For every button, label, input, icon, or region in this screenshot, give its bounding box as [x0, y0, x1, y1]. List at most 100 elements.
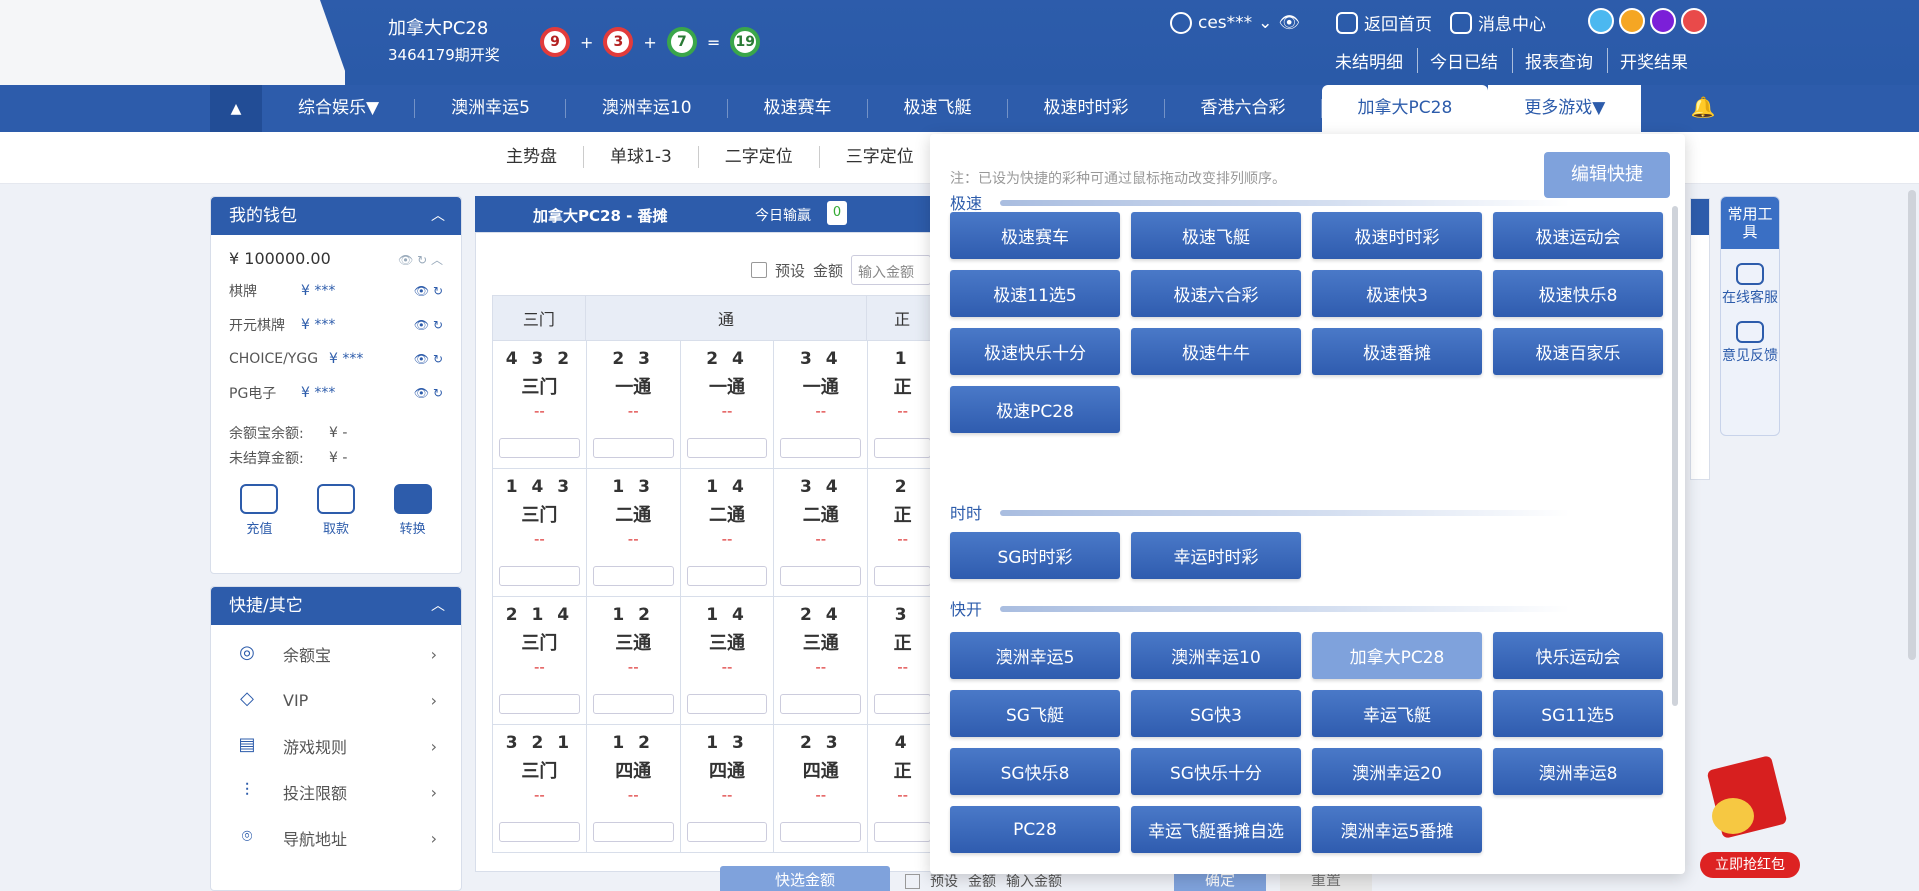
dropdown-scrollbar[interactable] [1672, 206, 1678, 706]
game-shortcut-button[interactable]: 极速快乐十分 [950, 328, 1120, 375]
bet-cell[interactable]: 2 4 三通 -- [774, 597, 869, 724]
red-packet-widget[interactable]: 立即抢红包 [1700, 755, 1800, 878]
game-shortcut-button[interactable]: SG11选5 [1493, 690, 1663, 737]
bet-cell-input[interactable] [592, 438, 674, 458]
game-shortcut-button[interactable]: 澳洲幸运8 [1493, 748, 1663, 795]
game-shortcut-button[interactable]: SG快乐8 [950, 748, 1120, 795]
game-shortcut-button[interactable]: 澳洲幸运5番摊 [1312, 806, 1482, 853]
game-shortcut-button[interactable]: 幸运时时彩 [1131, 532, 1301, 579]
bet-cell[interactable]: 1 3 二通 -- [587, 469, 681, 596]
link-unsettled[interactable]: 未结明细 [1335, 48, 1403, 73]
bet-cell-input[interactable] [499, 566, 580, 586]
game-shortcut-button[interactable]: 澳洲幸运20 [1312, 748, 1482, 795]
transfer-button[interactable]: 转换 [393, 484, 432, 537]
nav-item[interactable]: 香港六合彩 [1165, 85, 1322, 132]
bet-cell[interactable]: 1 2 四通 -- [587, 725, 681, 852]
link-settled-today[interactable]: 今日已结 [1417, 48, 1498, 73]
bet-cell[interactable]: 3 4 一通 -- [774, 341, 869, 468]
theme-color-dot[interactable] [1619, 8, 1645, 34]
bet-cell[interactable]: 1 4 三通 -- [681, 597, 775, 724]
bet-cell-input[interactable] [592, 694, 674, 714]
eye-icon[interactable]: 👁 ↻ [414, 386, 443, 400]
game-shortcut-button[interactable]: 极速快3 [1312, 270, 1482, 317]
bet-cell[interactable]: 2 4 一通 -- [681, 341, 775, 468]
bet-cell-input[interactable] [592, 566, 674, 586]
quick-item-rules[interactable]: ▤ 游戏规则 › [211, 723, 461, 769]
game-shortcut-button[interactable]: 幸运飞艇 [1312, 690, 1482, 737]
quick-item-limits[interactable]: ⫶ 投注限额 › [211, 769, 461, 815]
bet-cell-input[interactable] [874, 822, 932, 842]
bet-cell-input[interactable] [686, 438, 768, 458]
preset-checkbox[interactable] [905, 873, 920, 889]
bell-icon[interactable]: 🔔 [1690, 95, 1716, 121]
bet-cell[interactable]: 1 4 3 三门 -- [493, 469, 587, 596]
bet-cell[interactable]: 2 正 -- [868, 469, 939, 596]
bet-cell-input[interactable] [780, 438, 862, 458]
quick-item-vip[interactable]: ◇ VIP › [211, 677, 461, 723]
bet-cell[interactable]: 3 正 -- [868, 597, 939, 724]
online-service-button[interactable]: 在线客服 [1721, 263, 1779, 307]
bet-cell[interactable]: 4 3 2 三门 -- [493, 341, 587, 468]
link-report[interactable]: 报表查询 [1512, 48, 1593, 73]
nav-item[interactable]: 极速飞艇 [868, 85, 1008, 132]
theme-color-dot[interactable] [1681, 8, 1707, 34]
message-link[interactable]: 消息中心 [1450, 10, 1546, 35]
game-shortcut-button[interactable]: 幸运飞艇番摊自选 [1131, 806, 1301, 853]
bet-cell[interactable]: 3 2 1 三门 -- [493, 725, 587, 852]
nav-item[interactable]: 极速赛车 [728, 85, 868, 132]
theme-color-dot[interactable] [1650, 8, 1676, 34]
game-shortcut-button[interactable]: 极速番摊 [1312, 328, 1482, 375]
bet-cell-input[interactable] [780, 566, 862, 586]
edit-shortcuts-button[interactable]: 编辑快捷 [1544, 152, 1670, 198]
feedback-button[interactable]: 意见反馈 [1721, 321, 1779, 365]
bet-cell-input[interactable] [499, 822, 580, 842]
bet-cell-input[interactable] [499, 438, 580, 458]
game-shortcut-button[interactable]: SG快3 [1131, 690, 1301, 737]
link-draw-results[interactable]: 开奖结果 [1607, 48, 1688, 73]
game-shortcut-button[interactable]: 澳洲幸运5 [950, 632, 1120, 679]
bet-cell-input[interactable] [686, 694, 768, 714]
page-scrollbar[interactable] [1908, 190, 1916, 660]
bet-cell[interactable]: 1 2 三通 -- [587, 597, 681, 724]
nav-item[interactable]: 澳洲幸运5 [415, 85, 566, 132]
bet-cell[interactable]: 4 正 -- [868, 725, 939, 852]
refresh-icon[interactable]: 👁 ↻ ︿ [398, 251, 443, 268]
sub-tab[interactable]: 三字定位 [820, 146, 940, 168]
game-shortcut-button[interactable]: SG时时彩 [950, 532, 1120, 579]
game-shortcut-button[interactable]: 极速飞艇 [1131, 212, 1301, 259]
bet-cell-input[interactable] [686, 822, 768, 842]
chevron-up-icon[interactable]: ︿ [431, 587, 445, 625]
game-shortcut-button[interactable]: SG快乐十分 [1131, 748, 1301, 795]
game-shortcut-button[interactable]: 极速牛牛 [1131, 328, 1301, 375]
nav-item[interactable]: 澳洲幸运10 [566, 85, 728, 132]
bet-cell-input[interactable] [874, 694, 932, 714]
game-shortcut-button[interactable]: 极速快乐8 [1493, 270, 1663, 317]
withdraw-button[interactable]: 取款 [316, 484, 355, 537]
bet-cell-input[interactable] [592, 822, 674, 842]
game-shortcut-button[interactable]: 极速11选5 [950, 270, 1120, 317]
quick-amount-button[interactable]: 快选金额 [720, 866, 890, 891]
sub-tab[interactable]: 主势盘 [480, 146, 584, 168]
game-shortcut-button[interactable]: 极速运动会 [1493, 212, 1663, 259]
bet-cell-input[interactable] [780, 694, 862, 714]
amount-input[interactable]: 输入金额 [1006, 871, 1062, 891]
game-shortcut-button[interactable]: 极速PC28 [950, 386, 1120, 433]
nav-item[interactable]: 综合娱乐▼ [262, 85, 416, 132]
bet-cell[interactable]: 1 4 二通 -- [681, 469, 775, 596]
quick-item-nav-address[interactable]: ⌾ 导航地址 › [211, 815, 461, 861]
game-shortcut-button[interactable]: 快乐运动会 [1493, 632, 1663, 679]
nav-item-more-games[interactable]: 更多游戏▼ [1488, 85, 1642, 132]
game-shortcut-button[interactable]: SG飞艇 [950, 690, 1120, 737]
bet-cell-input[interactable] [874, 566, 932, 586]
eye-icon[interactable]: 👁 ↻ [414, 352, 443, 366]
bet-cell-input[interactable] [874, 438, 932, 458]
collapse-up-icon[interactable]: ▲ [210, 85, 262, 132]
bet-cell[interactable]: 1 正 -- [868, 341, 939, 468]
game-shortcut-button[interactable]: 极速百家乐 [1493, 328, 1663, 375]
chevron-up-icon[interactable]: ︿ [431, 197, 445, 235]
bet-cell-input[interactable] [686, 566, 768, 586]
amount-input[interactable]: 输入金额 [851, 255, 932, 285]
deposit-button[interactable]: 充值 [240, 484, 279, 537]
game-shortcut-button[interactable]: PC28 [950, 806, 1120, 853]
bet-cell[interactable]: 1 3 四通 -- [681, 725, 775, 852]
